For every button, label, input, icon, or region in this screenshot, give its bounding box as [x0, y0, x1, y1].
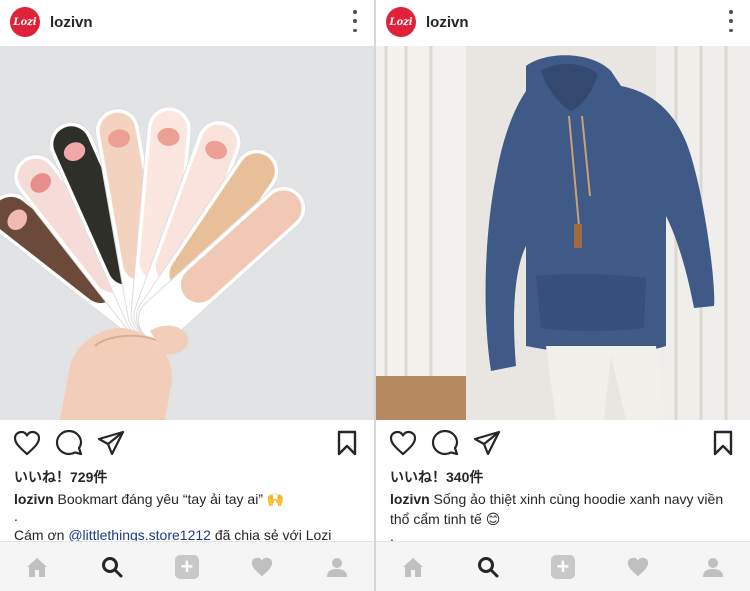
- likes-count[interactable]: いいね！729件: [14, 467, 107, 487]
- profile-icon[interactable]: [319, 549, 355, 585]
- comment-icon[interactable]: [54, 428, 84, 458]
- share-icon[interactable]: [472, 428, 502, 458]
- post-panel-left: Lozi lozivn いいね！729件 lozivn Bookmart đán…: [0, 0, 374, 591]
- logo-text: Lozi: [13, 16, 37, 28]
- post-actions: [0, 428, 374, 460]
- screen: Lozi lozivn いいね！729件 lozivn Bookmart đán…: [0, 0, 750, 591]
- post-panel-right: Lozi lozivn いいね！340件 lozivn Sống ảo thiệ…: [376, 0, 750, 591]
- avatar[interactable]: Lozi: [10, 7, 40, 37]
- bottom-tab-bar: +: [0, 541, 374, 591]
- post-actions: [376, 428, 750, 460]
- avatar[interactable]: Lozi: [386, 7, 416, 37]
- more-vertical-icon[interactable]: [728, 10, 734, 32]
- logo-text: Lozi: [389, 16, 413, 28]
- likes-count[interactable]: いいね！340件: [390, 467, 483, 487]
- search-icon[interactable]: [94, 549, 130, 585]
- activity-heart-icon[interactable]: [620, 549, 656, 585]
- caption: lozivn Sống ảo thiệt xinh cùng hoodie xa…: [390, 489, 740, 529]
- profile-icon[interactable]: [695, 549, 731, 585]
- caption-text: Sống ảo thiệt xinh cùng hoodie xanh navy…: [390, 491, 724, 527]
- post-header: Lozi lozivn: [0, 0, 374, 44]
- more-vertical-icon[interactable]: [352, 10, 358, 32]
- heart-icon[interactable]: [388, 428, 418, 458]
- add-icon[interactable]: +: [545, 549, 581, 585]
- caption-username[interactable]: lozivn: [14, 491, 54, 507]
- share-icon[interactable]: [96, 428, 126, 458]
- caption-username[interactable]: lozivn: [390, 491, 430, 507]
- home-icon[interactable]: [19, 549, 55, 585]
- username[interactable]: lozivn: [426, 14, 469, 31]
- bottom-tab-bar: +: [376, 541, 750, 591]
- add-icon[interactable]: +: [169, 549, 205, 585]
- search-icon[interactable]: [470, 549, 506, 585]
- post-header: Lozi lozivn: [376, 0, 750, 44]
- post-photo[interactable]: [0, 46, 374, 420]
- activity-heart-icon[interactable]: [244, 549, 280, 585]
- home-icon[interactable]: [395, 549, 431, 585]
- bookmark-icon[interactable]: [708, 428, 738, 458]
- username[interactable]: lozivn: [50, 14, 93, 31]
- caption-dot: .: [14, 508, 18, 524]
- comment-icon[interactable]: [430, 428, 460, 458]
- caption: lozivn Bookmart đáng yêu “tay ải tay ai”…: [14, 489, 364, 509]
- heart-icon[interactable]: [12, 428, 42, 458]
- post-photo[interactable]: [376, 46, 750, 420]
- bookmark-icon[interactable]: [332, 428, 362, 458]
- caption-text: Bookmart đáng yêu “tay ải tay ai” 🙌: [53, 491, 285, 507]
